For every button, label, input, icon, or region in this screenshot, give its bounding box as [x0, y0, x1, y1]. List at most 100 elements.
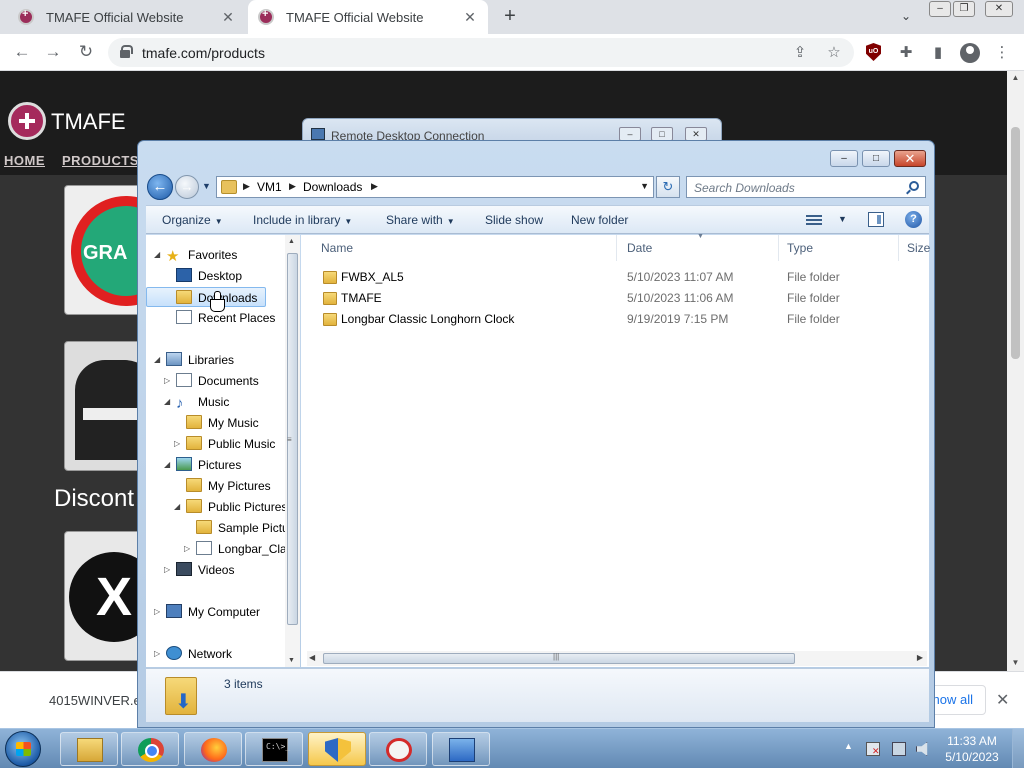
tree-item-network[interactable]: ▷ Network: [154, 644, 232, 664]
tree-item-sample-pictures[interactable]: Sample Pictu: [196, 518, 289, 538]
column-header-type[interactable]: Type: [779, 235, 899, 261]
close-window-button[interactable]: ✕: [985, 1, 1013, 17]
expand-arrow-icon[interactable]: ▷: [154, 644, 160, 664]
tree-item-public-pictures[interactable]: ◢ Public Pictures: [174, 497, 287, 517]
system-clock[interactable]: 11:33 AM 5/10/2023: [942, 733, 1002, 765]
nav-link-home[interactable]: HOME: [4, 153, 45, 168]
table-row[interactable]: Longbar Classic Longhorn Clock 9/19/2019…: [301, 309, 929, 330]
address-bar[interactable]: tmafe.com/products ⇪ ☆: [108, 38, 854, 67]
reload-icon[interactable]: ↻: [74, 40, 98, 64]
tree-item-music[interactable]: ◢ ♪ Music: [164, 392, 229, 412]
recent-pages-chevron-icon[interactable]: ▼: [202, 181, 211, 191]
column-header-date[interactable]: Date: [619, 235, 779, 261]
organize-button[interactable]: Organize ▼: [162, 213, 223, 227]
close-download-bar-icon[interactable]: ✕: [996, 690, 1009, 710]
tree-item-documents[interactable]: ▷ Documents: [164, 371, 259, 391]
new-folder-button[interactable]: New folder: [571, 213, 628, 227]
search-icon[interactable]: [909, 181, 919, 191]
expand-arrow-icon[interactable]: ▷: [184, 539, 190, 559]
search-input[interactable]: Search Downloads: [686, 176, 926, 198]
expand-arrow-icon[interactable]: ▷: [154, 602, 160, 622]
taskbar-command-prompt[interactable]: C:\>_: [245, 732, 303, 766]
tab-search-chevron-icon[interactable]: ⌄: [896, 6, 916, 26]
back-arrow-icon[interactable]: ←: [10, 40, 34, 64]
minimize-button[interactable]: –: [619, 127, 641, 141]
breadcrumb-vm1[interactable]: VM1: [257, 180, 282, 194]
tree-item-longbar[interactable]: ▷ Longbar_Clas: [184, 539, 293, 559]
slide-show-button[interactable]: Slide show: [485, 213, 543, 227]
taskbar-firefox[interactable]: [184, 732, 242, 766]
tree-item-libraries[interactable]: ◢ Libraries: [154, 350, 234, 370]
refresh-icon[interactable]: ↻: [656, 176, 680, 198]
table-row[interactable]: FWBX_AL5 5/10/2023 11:07 AM File folder: [301, 267, 929, 288]
close-tab-icon[interactable]: ✕: [220, 9, 236, 26]
close-button[interactable]: ✕: [894, 150, 926, 167]
horizontal-scrollbar[interactable]: ◀ ||| ▶: [307, 651, 927, 666]
navigation-pane-scrollbar[interactable]: ▲ ≡ ▼: [285, 235, 300, 667]
ublock-shield-icon[interactable]: uO: [866, 43, 881, 61]
close-tab-icon[interactable]: ✕: [462, 9, 478, 26]
restore-button[interactable]: ❐: [953, 1, 975, 17]
collapse-arrow-icon[interactable]: ◢: [164, 455, 170, 475]
breadcrumb-downloads[interactable]: Downloads: [303, 180, 362, 194]
page-scrollbar[interactable]: ▲ ▼: [1007, 71, 1024, 671]
column-header-size[interactable]: Size: [899, 235, 930, 261]
minimize-button[interactable]: –: [830, 150, 858, 167]
collapse-arrow-icon[interactable]: ◢: [174, 497, 180, 517]
address-history-chevron-icon[interactable]: ▼: [640, 181, 649, 191]
start-button[interactable]: [5, 731, 41, 767]
close-button[interactable]: ✕: [685, 127, 707, 141]
side-panel-icon[interactable]: ▮: [927, 42, 949, 64]
browser-tab-1[interactable]: TMAFE Official Website ✕: [8, 0, 246, 34]
expand-arrow-icon[interactable]: ▷: [164, 371, 170, 391]
taskbar-chrome[interactable]: [121, 732, 179, 766]
download-filename[interactable]: 4015WINVER.e: [49, 693, 141, 708]
show-hidden-icons-chevron-icon[interactable]: ▲: [844, 741, 853, 751]
scroll-down-arrow-icon[interactable]: ▼: [288, 657, 295, 664]
action-center-flag-icon[interactable]: [866, 742, 880, 757]
scroll-down-arrow-icon[interactable]: ▼: [1010, 658, 1021, 669]
include-in-library-button[interactable]: Include in library ▼: [253, 213, 352, 227]
tree-item-my-computer[interactable]: ▷ My Computer: [154, 602, 260, 622]
extensions-puzzle-icon[interactable]: ✚: [895, 42, 917, 64]
breadcrumb-chevron-icon[interactable]: ▶: [243, 181, 250, 192]
breadcrumb-chevron-icon[interactable]: ▶: [371, 181, 378, 192]
tree-item-videos[interactable]: ▷ Videos: [164, 560, 234, 580]
address-bar[interactable]: ▶ VM1 ▶ Downloads ▶ ▼: [216, 176, 654, 198]
profile-avatar-icon[interactable]: [960, 43, 980, 63]
maximize-button[interactable]: □: [862, 150, 890, 167]
tree-item-pictures[interactable]: ◢ Pictures: [164, 455, 241, 475]
scroll-up-arrow-icon[interactable]: ▲: [1010, 73, 1021, 84]
url-text[interactable]: tmafe.com/products: [142, 45, 265, 61]
preview-pane-icon[interactable]: [868, 212, 884, 227]
expand-arrow-icon[interactable]: ▷: [174, 434, 180, 454]
site-logo-text[interactable]: TMAFE: [51, 109, 126, 135]
scrollbar-thumb[interactable]: [1011, 127, 1020, 359]
minimize-button[interactable]: –: [929, 1, 951, 17]
expand-arrow-icon[interactable]: ▷: [164, 560, 170, 580]
taskbar-explorer[interactable]: [60, 732, 118, 766]
taskbar-uac-shield[interactable]: [308, 732, 366, 766]
product-card[interactable]: GRA: [64, 185, 144, 315]
tree-item-recent-places[interactable]: Recent Places: [176, 308, 275, 328]
forward-arrow-icon[interactable]: →: [175, 175, 199, 199]
scroll-right-arrow-icon[interactable]: ▶: [917, 653, 923, 662]
browser-tab-2[interactable]: TMAFE Official Website ✕: [248, 0, 488, 34]
scroll-left-arrow-icon[interactable]: ◀: [309, 653, 315, 662]
volume-icon[interactable]: [916, 742, 928, 756]
tree-item-my-music[interactable]: My Music: [186, 413, 259, 433]
maximize-button[interactable]: □: [651, 127, 673, 141]
tree-item-desktop[interactable]: Desktop: [176, 266, 242, 286]
tree-item-favorites[interactable]: ◢ ★ Favorites: [154, 245, 237, 265]
collapse-arrow-icon[interactable]: ◢: [164, 392, 170, 412]
menu-kebab-icon[interactable]: ⋮: [991, 42, 1013, 64]
share-with-button[interactable]: Share with ▼: [386, 213, 455, 227]
table-row[interactable]: TMAFE 5/10/2023 11:06 AM File folder: [301, 288, 929, 309]
new-tab-button[interactable]: +: [498, 4, 522, 28]
network-tray-icon[interactable]: [892, 742, 906, 756]
nav-link-products[interactable]: PRODUCTS: [62, 153, 139, 168]
help-icon[interactable]: ?: [905, 211, 922, 228]
tree-item-public-music[interactable]: ▷ Public Music: [174, 434, 275, 454]
back-arrow-icon[interactable]: ←: [147, 174, 173, 200]
product-card[interactable]: X: [64, 531, 144, 661]
